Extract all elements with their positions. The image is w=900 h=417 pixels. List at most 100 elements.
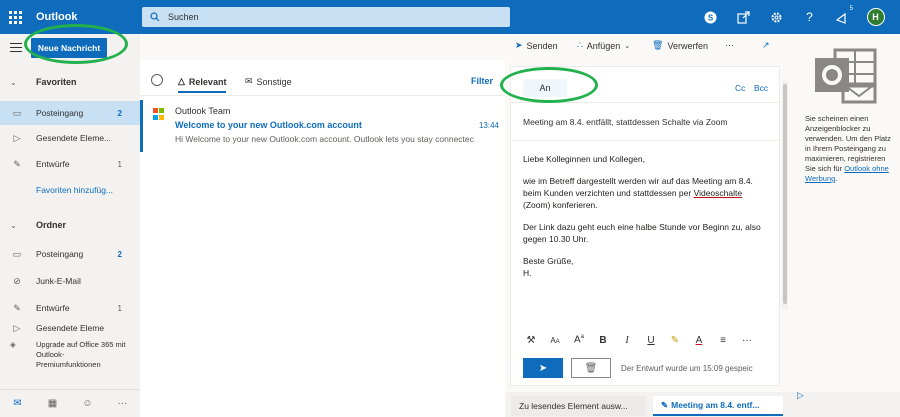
select-all-checkbox[interactable] bbox=[151, 74, 163, 86]
svg-text:S: S bbox=[708, 13, 714, 22]
italic-icon[interactable]: I bbox=[615, 335, 639, 346]
notifications-icon[interactable]: 5 bbox=[826, 0, 859, 34]
ad-choices-icon[interactable]: ▷ bbox=[797, 390, 804, 401]
body-closing: Beste Grüße, bbox=[523, 256, 574, 266]
tab-relevant[interactable]: △ Relevant bbox=[178, 76, 227, 93]
search-placeholder: Suchen bbox=[168, 12, 199, 22]
list-item[interactable]: Outlook Team Welcome to your new Outlook… bbox=[140, 100, 505, 152]
outlook-logo-icon bbox=[815, 48, 877, 104]
recipient-row: An Cc Bcc bbox=[511, 67, 779, 103]
folder-item-inbox[interactable]: ▭ Posteingang 2 bbox=[0, 242, 140, 266]
trash-icon: 🗑 bbox=[584, 362, 598, 374]
search-box[interactable]: Suchen bbox=[142, 7, 510, 27]
tab-draft-item[interactable]: ✎ Meeting am 8.4. entf... bbox=[653, 396, 783, 416]
more-formatting-icon[interactable]: ··· bbox=[735, 335, 759, 346]
cc-button[interactable]: Cc bbox=[735, 83, 745, 93]
settings-gear-icon[interactable] bbox=[760, 0, 793, 34]
font-size-icon[interactable]: AA bbox=[543, 336, 567, 345]
attach-command[interactable]: ∴ Anfügen ⌄ bbox=[577, 40, 630, 51]
chevron-down-icon: ⌄ bbox=[10, 220, 17, 230]
chevron-down-icon: ⌄ bbox=[10, 77, 17, 87]
folder-item-drafts[interactable]: ✎ Entwürfe 1 bbox=[0, 296, 140, 320]
favorites-item-inbox[interactable]: ▭ Posteingang 2 bbox=[0, 101, 140, 125]
send-command[interactable]: ➤ Senden bbox=[515, 40, 558, 51]
nav-item-label: Entwürfe bbox=[36, 303, 70, 313]
hamburger-menu-icon[interactable] bbox=[10, 43, 22, 55]
top-bar: Outlook Suchen S ? 5 H bbox=[0, 0, 900, 34]
font-color-icon[interactable]: A bbox=[687, 335, 711, 346]
send-icon: ▷ bbox=[13, 322, 21, 333]
nav-item-label: Entwürfe bbox=[36, 159, 70, 169]
mail-icon[interactable]: ✉ bbox=[0, 398, 35, 409]
favorites-item-sent[interactable]: ▷ Gesendete Eleme... bbox=[0, 126, 140, 150]
upgrade-promo[interactable]: ◈ Upgrade auf Office 365 mit Outlook-Pre… bbox=[0, 340, 140, 370]
inbox-tabs: △ Relevant ✉ Sonstige Filter bbox=[140, 60, 505, 96]
module-switcher: ✉ ▦ ☺ ··· bbox=[0, 389, 140, 417]
formatting-toolbar: ⚒ AA Aa B I U ✎ A ≡ ··· bbox=[511, 329, 779, 351]
account-button[interactable]: H bbox=[859, 0, 892, 34]
folder-item-junk[interactable]: ⊘ Junk-E-Mail bbox=[0, 269, 140, 293]
grow-font-icon[interactable]: Aa bbox=[567, 334, 591, 345]
new-message-button[interactable]: Neue Nachricht bbox=[31, 38, 107, 58]
discard-button[interactable]: 🗑 bbox=[571, 358, 611, 378]
tab-other[interactable]: ✉ Sonstige bbox=[245, 76, 292, 87]
skype-icon[interactable]: S bbox=[694, 0, 727, 34]
diamond-icon: ◈ bbox=[10, 340, 16, 349]
message-sender: Outlook Team bbox=[175, 106, 231, 116]
help-icon[interactable]: ? bbox=[793, 0, 826, 34]
calendar-icon[interactable]: ▦ bbox=[35, 398, 70, 409]
add-favorite-link[interactable]: Favoriten hinzufüg... bbox=[0, 178, 140, 202]
trash-icon: 🗑 bbox=[652, 40, 664, 50]
more-actions-button[interactable]: ··· bbox=[725, 40, 734, 50]
bullets-icon[interactable]: ≡ bbox=[711, 335, 735, 346]
subject-field[interactable]: Meeting am 8.4. entfällt, stattdessen Sc… bbox=[511, 103, 779, 141]
popout-icon[interactable]: ↗ bbox=[762, 40, 770, 51]
send-icon: ▷ bbox=[13, 132, 21, 143]
folders-header[interactable]: ⌄ Ordner bbox=[0, 214, 140, 236]
send-icon: ➤ bbox=[538, 362, 548, 374]
app-launcher-icon[interactable] bbox=[0, 0, 30, 34]
command-bar: ➤ Senden ∴ Anfügen ⌄ 🗑 Verwerfen ··· ↗ bbox=[140, 34, 790, 60]
format-painter-icon[interactable]: ⚒ bbox=[519, 335, 543, 346]
message-time: 13:44 bbox=[478, 121, 499, 130]
body-signature: H. bbox=[523, 268, 532, 278]
search-icon bbox=[150, 12, 160, 22]
tab-other-label: Sonstige bbox=[256, 76, 292, 87]
pencil-icon: ✎ bbox=[13, 302, 21, 313]
send-button[interactable]: ➤ bbox=[523, 358, 563, 378]
share-icon[interactable] bbox=[727, 0, 760, 34]
draft-saved-status: Der Entwurf wurde um 15:09 gespeic bbox=[621, 363, 753, 373]
people-icon[interactable]: ☺ bbox=[70, 398, 105, 409]
favorites-item-drafts[interactable]: ✎ Entwürfe 1 bbox=[0, 152, 140, 176]
folder-item-sent[interactable]: ▷ Gesendete Eleme bbox=[0, 321, 140, 335]
nav-item-label: Gesendete Eleme bbox=[36, 323, 105, 333]
add-favorite-label: Favoriten hinzufüg... bbox=[36, 185, 114, 195]
ad-blocker-message: Sie scheinen einen Anzeigenblocker zu ve… bbox=[805, 114, 891, 183]
filter-button[interactable]: Filter bbox=[471, 76, 493, 86]
tab-reading-item[interactable]: Zu lesendes Element ausw... bbox=[511, 396, 646, 416]
underline-icon[interactable]: U bbox=[639, 335, 663, 346]
nav-item-label: Gesendete Eleme... bbox=[36, 133, 112, 143]
bcc-button[interactable]: Bcc bbox=[754, 83, 768, 93]
more-apps-icon[interactable]: ··· bbox=[105, 398, 140, 409]
message-body-editor[interactable]: Liebe Kolleginnen und Kollegen, wie im B… bbox=[511, 141, 779, 279]
app-name[interactable]: Outlook bbox=[36, 11, 136, 23]
bold-icon[interactable]: B bbox=[591, 335, 615, 346]
filter-label: Filter bbox=[470, 76, 493, 86]
discard-command[interactable]: 🗑 Verwerfen bbox=[652, 40, 708, 51]
send-command-label: Senden bbox=[526, 40, 558, 51]
item-tabs: Zu lesendes Element ausw... ✎ Meeting am… bbox=[505, 392, 900, 417]
notification-count: 5 bbox=[849, 6, 853, 12]
draft-count: 1 bbox=[117, 303, 122, 313]
message-preview: Hi Welcome to your new Outlook.com accou… bbox=[175, 134, 474, 144]
subject-text: Meeting am 8.4. entfällt, stattdessen Sc… bbox=[523, 117, 728, 127]
compose-pane: An Cc Bcc Meeting am 8.4. entfällt, stat… bbox=[510, 66, 780, 386]
scrollbar-thumb[interactable] bbox=[783, 84, 787, 304]
tab-draft-label: Meeting am 8.4. entf... bbox=[671, 400, 760, 410]
highlight-icon[interactable]: ✎ bbox=[663, 335, 687, 346]
to-button[interactable]: An bbox=[523, 79, 567, 97]
folders-header-label: Ordner bbox=[36, 220, 67, 230]
nav-item-label: Posteingang bbox=[36, 249, 84, 259]
favorites-header[interactable]: ⌄ Favoriten bbox=[0, 71, 140, 93]
message-subject: Welcome to your new Outlook.com account bbox=[175, 120, 362, 130]
